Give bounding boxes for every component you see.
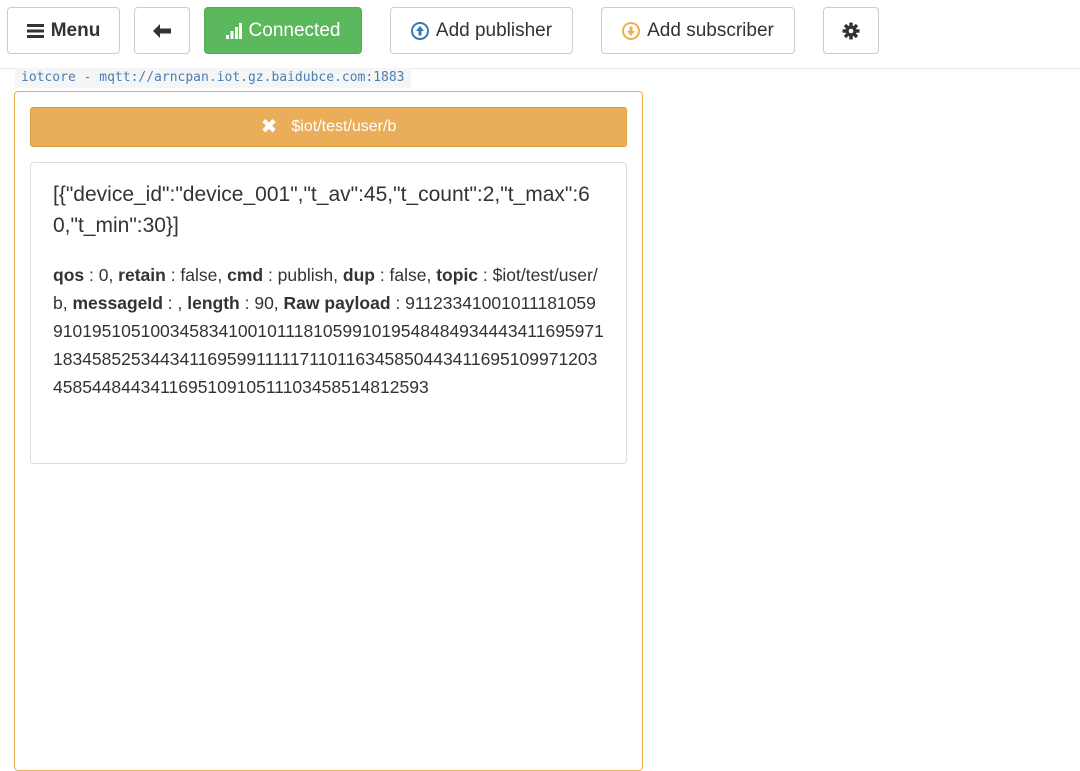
signal-bars-icon — [225, 22, 242, 39]
meta-value: : false, — [374, 265, 437, 285]
add-publisher-button[interactable]: Add publisher — [390, 7, 573, 54]
message-card: [{"device_id":"device_001","t_av":45,"t_… — [30, 162, 627, 464]
meta-key: cmd — [227, 265, 264, 285]
connected-button[interactable]: Connected — [204, 7, 362, 54]
add-subscriber-button[interactable]: Add subscriber — [601, 7, 795, 54]
menu-button[interactable]: Menu — [7, 7, 120, 54]
circle-arrow-up-icon — [410, 21, 429, 40]
meta-key: Raw payload — [283, 293, 391, 313]
message-payload: [{"device_id":"device_001","t_av":45,"t_… — [53, 183, 590, 237]
connection-label: iotcore - mqtt://arncpan.iot.gz.baidubce… — [15, 68, 411, 88]
settings-button[interactable] — [823, 7, 879, 54]
meta-key: retain — [118, 265, 166, 285]
meta-key: qos — [53, 265, 85, 285]
message-meta: qos : 0, retain : false, cmd : publish, … — [53, 261, 604, 401]
meta-key: topic — [436, 265, 479, 285]
add-subscriber-label: Add subscriber — [647, 19, 774, 41]
hamburger-icon — [26, 23, 44, 38]
menu-label: Menu — [50, 19, 101, 41]
close-icon[interactable]: ✖ — [261, 117, 278, 137]
gear-icon — [842, 22, 860, 40]
connected-label: Connected — [248, 19, 341, 41]
add-publisher-label: Add publisher — [435, 19, 553, 41]
circle-arrow-down-icon — [622, 21, 641, 40]
meta-value: : false, — [165, 265, 228, 285]
subscription-panel: ✖ $iot/test/user/b [{"device_id":"device… — [14, 91, 643, 771]
subscription-topic: $iot/test/user/b — [291, 118, 397, 135]
meta-value: : 0, — [84, 265, 119, 285]
arrow-left-icon — [152, 23, 172, 39]
meta-value: : publish, — [263, 265, 343, 285]
meta-key: dup — [342, 265, 375, 285]
toolbar: Menu Connected Add publisher Add subscri… — [0, 0, 1080, 69]
meta-key: messageId — [72, 293, 163, 313]
meta-key: length — [187, 293, 240, 313]
meta-value: : 90, — [239, 293, 284, 313]
subscription-header[interactable]: ✖ $iot/test/user/b — [30, 107, 627, 147]
back-button[interactable] — [134, 7, 190, 54]
meta-value: : , — [162, 293, 188, 313]
